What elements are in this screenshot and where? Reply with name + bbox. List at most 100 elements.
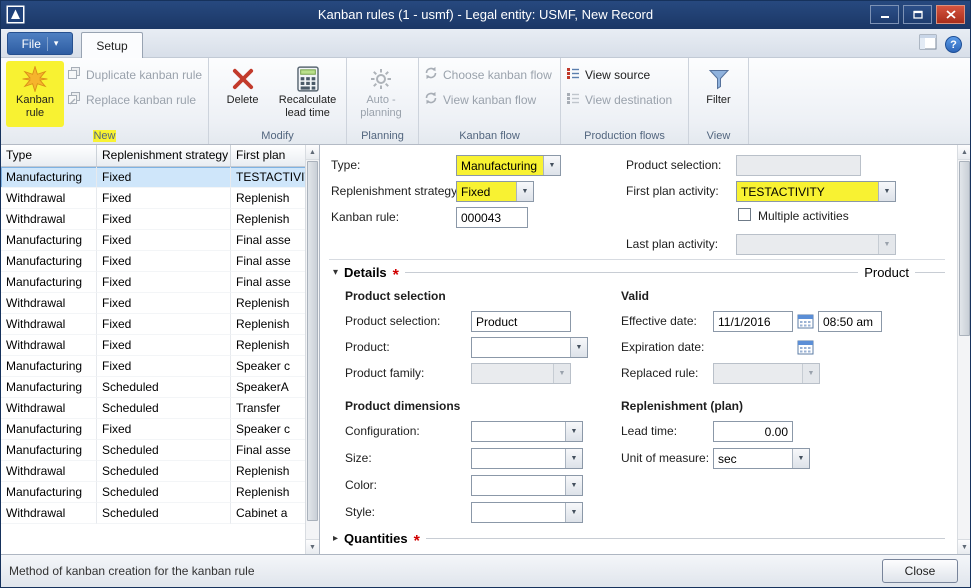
minimize-button[interactable] [870, 5, 899, 24]
scrollbar-thumb[interactable] [959, 161, 970, 336]
details-section-header[interactable]: ▾ Details * Product [333, 265, 945, 280]
production-flows-stack: View source View destination [566, 66, 672, 108]
chevron-down-icon[interactable]: ▼ [543, 156, 560, 175]
divider [329, 259, 945, 260]
scroll-down-icon[interactable]: ▼ [306, 539, 319, 554]
table-row[interactable]: ManufacturingFixedSpeaker c [1, 419, 306, 440]
size-select[interactable]: ▼ [471, 448, 583, 469]
kanban-rule-field[interactable]: 000043 [456, 207, 528, 228]
chevron-down-icon[interactable]: ▼ [570, 338, 587, 357]
table-row[interactable]: ManufacturingFixedTESTACTIVITY [1, 167, 306, 188]
table-row[interactable]: WithdrawalFixedReplenish [1, 335, 306, 356]
chevron-down-icon[interactable]: ▼ [792, 449, 809, 468]
table-row[interactable]: ManufacturingFixedSpeaker c [1, 356, 306, 377]
lead-time-field[interactable]: 0.00 [713, 421, 793, 442]
table-row[interactable]: ManufacturingScheduledReplenish [1, 482, 306, 503]
auto-planning-button[interactable]: Auto - planning [352, 61, 410, 127]
delete-button[interactable]: Delete [214, 61, 271, 127]
product-select[interactable]: ▼ [471, 337, 588, 358]
ribbon-group-modify: Delete Recalculate lead time Modify [209, 58, 347, 144]
table-row[interactable]: ManufacturingFixedFinal asse [1, 230, 306, 251]
new-group-stack: Duplicate kanban rule Replace kanban rul… [67, 66, 202, 108]
chevron-down-icon[interactable]: ▼ [553, 364, 570, 383]
view-kanban-flow-button[interactable]: View kanban flow [424, 91, 552, 108]
grid-scrollbar[interactable]: ▲ ▼ [305, 145, 319, 554]
chevron-down-icon[interactable]: ▼ [516, 182, 533, 201]
effective-time-field[interactable]: 08:50 am [818, 311, 882, 332]
cell-type: Withdrawal [1, 335, 97, 356]
tab-setup[interactable]: Setup [81, 32, 143, 59]
chevron-down-icon[interactable]: ▼ [802, 364, 819, 383]
scroll-down-icon[interactable]: ▼ [958, 539, 971, 554]
chevron-down-icon[interactable]: ▼ [565, 449, 582, 468]
recalculate-lead-time-button[interactable]: Recalculate lead time [274, 61, 341, 127]
column-header-type[interactable]: Type [1, 145, 97, 166]
cell-type: Withdrawal [1, 461, 97, 482]
product-family-select[interactable]: ▼ [471, 363, 571, 384]
chevron-down-icon[interactable]: ▼ [878, 235, 895, 254]
replaced-rule-select[interactable]: ▼ [713, 363, 820, 384]
table-row[interactable]: WithdrawalFixedReplenish [1, 293, 306, 314]
duplicate-kanban-rule-button[interactable]: Duplicate kanban rule [67, 66, 202, 83]
table-row[interactable]: WithdrawalScheduledReplenish [1, 461, 306, 482]
replenishment-strategy-select[interactable]: Fixed ▼ [456, 181, 534, 202]
product-selection-field[interactable]: Product [471, 311, 571, 332]
scroll-up-icon[interactable]: ▲ [958, 145, 971, 160]
cell-first-plan: Replenish [231, 335, 306, 356]
maximize-button[interactable] [903, 5, 932, 24]
view-destination-button[interactable]: View destination [566, 91, 672, 108]
window-layout-icon[interactable] [919, 34, 937, 55]
table-row[interactable]: WithdrawalFixedReplenish [1, 188, 306, 209]
configuration-select[interactable]: ▼ [471, 421, 583, 442]
kanban-rules-grid: Type Replenishment strategy First plan M… [1, 145, 320, 554]
column-header-first-plan[interactable]: First plan [231, 145, 306, 166]
close-button[interactable]: Close [882, 559, 958, 583]
filter-button[interactable]: Filter [694, 61, 743, 127]
file-menu-button[interactable]: File ▾ [7, 32, 73, 55]
color-select[interactable]: ▼ [471, 475, 583, 496]
help-icon[interactable]: ? [945, 36, 962, 53]
replace-kanban-rule-button[interactable]: Replace kanban rule [67, 91, 202, 108]
cell-replenishment-strategy: Scheduled [97, 503, 231, 524]
multiple-activities-checkbox[interactable] [738, 208, 751, 221]
chevron-down-icon[interactable]: ▼ [878, 182, 895, 201]
chevron-down-icon[interactable]: ▼ [565, 422, 582, 441]
view-source-button[interactable]: View source [566, 66, 672, 83]
ribbon: Kanban rule Duplicate kanban rule Replac… [1, 58, 970, 145]
window-close-button[interactable] [936, 5, 965, 24]
flow-arrows-icon [424, 91, 438, 108]
cell-replenishment-strategy: Scheduled [97, 377, 231, 398]
style-select[interactable]: ▼ [471, 502, 583, 523]
form-scrollbar[interactable]: ▲ ▼ [957, 145, 971, 554]
calendar-icon[interactable] [797, 339, 814, 355]
column-header-replenishment-strategy[interactable]: Replenishment strategy [97, 145, 231, 166]
choose-kanban-flow-button[interactable]: Choose kanban flow [424, 66, 552, 83]
chevron-down-icon[interactable]: ▼ [565, 503, 582, 522]
table-row[interactable]: WithdrawalFixedReplenish [1, 209, 306, 230]
last-plan-activity-select[interactable]: ▼ [736, 234, 896, 255]
scroll-up-icon[interactable]: ▲ [306, 145, 319, 160]
quantities-section-header[interactable]: ▸ Quantities * [333, 531, 945, 546]
grid-header: Type Replenishment strategy First plan [1, 145, 306, 167]
unit-of-measure-select[interactable]: sec ▼ [713, 448, 810, 469]
section-expanded-icon: ▾ [333, 267, 338, 278]
kanban-rule-button[interactable]: Kanban rule [6, 61, 64, 127]
cell-type: Withdrawal [1, 314, 97, 335]
type-select[interactable]: Manufacturing ▼ [456, 155, 561, 176]
chevron-down-icon[interactable]: ▼ [565, 476, 582, 495]
table-row[interactable]: ManufacturingFixedFinal asse [1, 272, 306, 293]
table-row[interactable]: ManufacturingScheduledSpeakerA [1, 377, 306, 398]
first-plan-activity-select[interactable]: TESTACTIVITY ▼ [736, 181, 896, 202]
configuration-label: Configuration: [345, 424, 420, 438]
lead-time-label: Lead time: [621, 424, 677, 438]
table-row[interactable]: ManufacturingFixedFinal asse [1, 251, 306, 272]
effective-date-field[interactable]: 11/1/2016 [713, 311, 793, 332]
table-row[interactable]: WithdrawalScheduledTransfer [1, 398, 306, 419]
calendar-icon[interactable] [797, 313, 814, 329]
product-selection-top-field[interactable] [736, 155, 861, 176]
table-row[interactable]: WithdrawalScheduledCabinet a [1, 503, 306, 524]
table-row[interactable]: WithdrawalFixedReplenish [1, 314, 306, 335]
cell-first-plan: Replenish [231, 209, 306, 230]
scrollbar-thumb[interactable] [307, 161, 318, 521]
table-row[interactable]: ManufacturingScheduledFinal asse [1, 440, 306, 461]
